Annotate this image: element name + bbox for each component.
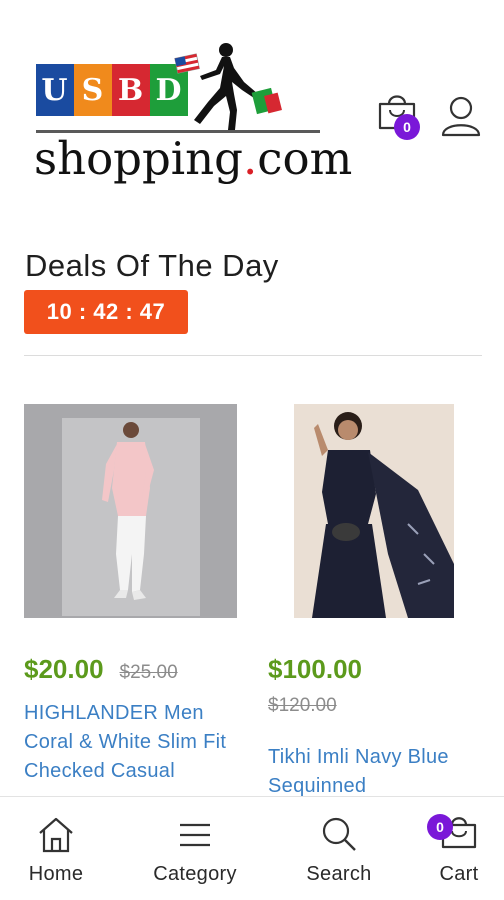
- logo-wordmark-dot: .: [242, 132, 258, 185]
- product-old-price: $25.00: [119, 662, 178, 683]
- product-image[interactable]: [24, 404, 237, 618]
- menu-icon: [180, 823, 210, 847]
- product-card[interactable]: $100.00 $120.00 Tikhi Imli Navy Blue Seq…: [268, 404, 488, 801]
- nav-label-category: Category: [153, 863, 237, 885]
- nav-item-category[interactable]: Category: [142, 797, 248, 900]
- search-icon: [322, 817, 356, 851]
- bottom-navigation-bar: Home Category Search Cart: [0, 796, 504, 900]
- product-title-link[interactable]: Tikhi Imli Navy Blue Sequinned: [268, 743, 488, 801]
- nav-item-home[interactable]: Home: [18, 797, 94, 900]
- usbd-shopping-logo[interactable]: U S B D shopping.com: [34, 40, 352, 190]
- product-price: $100.00: [268, 654, 362, 684]
- logo-wordmark-tld: com: [257, 132, 353, 185]
- header-cart-count-badge: 0: [394, 114, 420, 140]
- woman-in-navy-saree-image: [294, 404, 454, 618]
- nav-label-cart: Cart: [439, 863, 479, 885]
- nav-item-search[interactable]: Search: [296, 797, 382, 900]
- product-price-row: $20.00 $25.00: [24, 654, 239, 685]
- product-price: $20.00: [24, 654, 104, 684]
- nav-cart-count-badge: 0: [427, 814, 453, 840]
- product-card[interactable]: $20.00 $25.00 HIGHLANDER Men Coral & Whi…: [24, 404, 239, 786]
- running-shopper-icon: [174, 43, 282, 130]
- logo-letter-s: S: [74, 64, 112, 116]
- logo-wordmark: shopping.com: [34, 132, 352, 185]
- product-price-row: $100.00 $120.00: [268, 654, 488, 717]
- nav-label-home: Home: [28, 863, 84, 885]
- user-icon[interactable]: [440, 94, 482, 138]
- section-divider: [24, 355, 482, 356]
- man-in-pink-shirt-image: [24, 404, 237, 618]
- home-icon: [39, 817, 73, 853]
- product-image[interactable]: [268, 404, 481, 618]
- product-old-price: $120.00: [268, 695, 337, 716]
- logo-letters: U S B D: [36, 64, 188, 116]
- app-header: U S B D shopping.com 0: [0, 0, 504, 210]
- logo-letter-b: B: [112, 64, 150, 116]
- nav-label-search: Search: [306, 863, 372, 885]
- deal-countdown-timer: 10 : 42 : 47: [24, 290, 188, 334]
- deals-of-the-day-heading: Deals Of The Day: [25, 248, 279, 283]
- logo-wordmark-text: shopping: [34, 132, 243, 185]
- nav-item-cart[interactable]: Cart: [426, 797, 492, 900]
- logo-letter-u: U: [36, 64, 74, 116]
- product-title-link[interactable]: HIGHLANDER Men Coral & White Slim Fit Ch…: [24, 699, 239, 786]
